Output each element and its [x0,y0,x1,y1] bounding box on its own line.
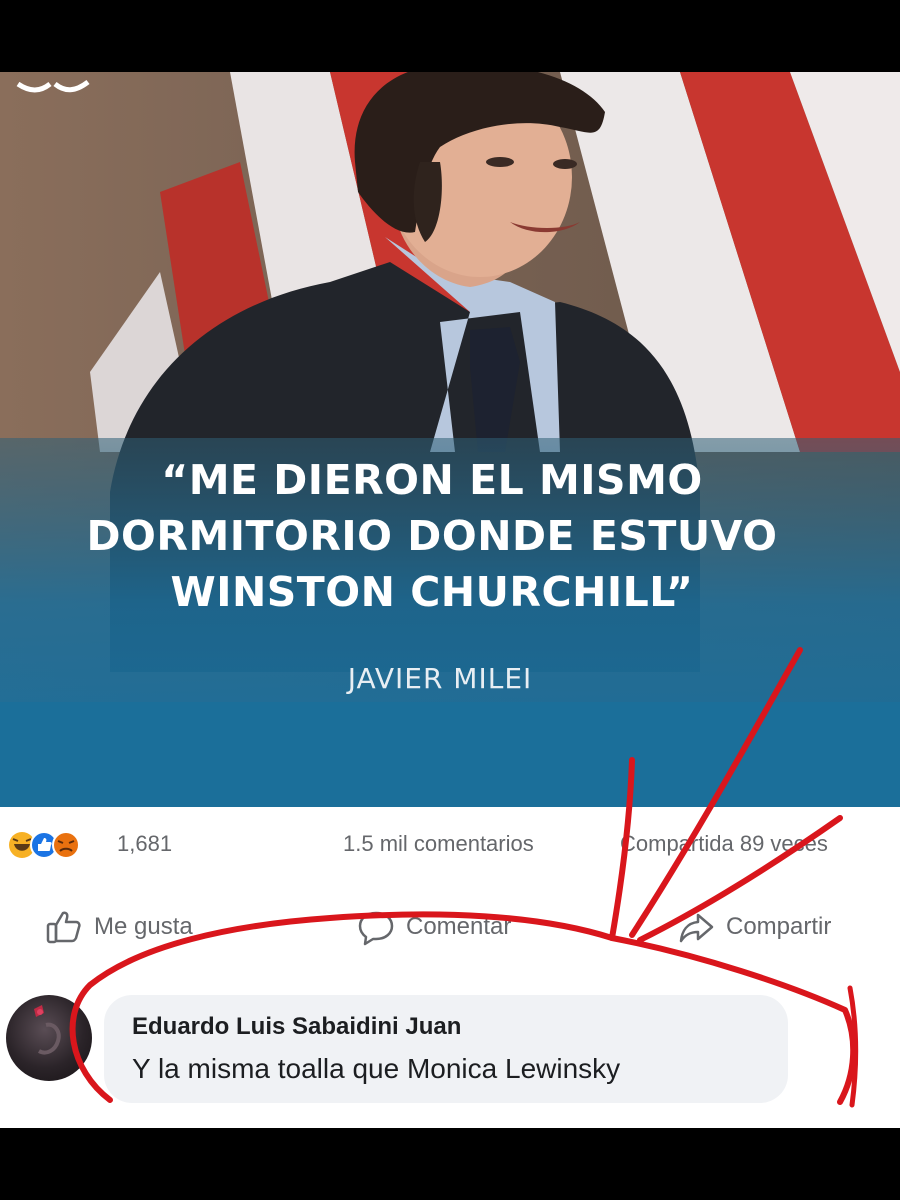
shares-count[interactable]: Compartida 89 veces [620,831,828,857]
post-actions-bar: Me gusta Comentar Compartir [0,901,900,951]
quote-line-1: “ME DIERON EL MISMO [161,456,703,504]
post-image[interactable]: “ME DIERON EL MISMO DORMITORIO DONDE EST… [0,72,900,807]
facebook-post-footer: 1,681 1.5 mil comentarios Compartida 89 … [0,807,900,1128]
like-button-label: Me gusta [94,913,193,940]
comment-text: Y la misma toalla que Monica Lewinsky [132,1053,621,1084]
comment-button[interactable]: Comentar [356,909,512,946]
like-button[interactable]: Me gusta [44,909,193,945]
quote-line-2: DORMITORIO DONDE ESTUVO [86,512,778,560]
post-photo [0,72,900,807]
reaction-stats-bar: 1,681 1.5 mil comentarios Compartida 89 … [0,825,900,865]
reaction-icons[interactable] [6,831,116,859]
thumbs-up-icon [46,911,81,944]
comment-item: Eduardo Luis Sabaidini Juan Y la misma t… [0,991,900,1111]
quote-line-3: WINSTON CHURCHILL” [170,568,694,616]
avatar[interactable] [6,995,92,1081]
angry-icon [52,831,80,859]
comment-author[interactable]: Eduardo Luis Sabaidini Juan [132,1013,461,1041]
comment-button-label: Comentar [406,913,512,940]
share-button[interactable]: Compartir [676,909,831,945]
top-black-bar [0,0,900,72]
bottom-black-bar [0,1128,900,1200]
avatar-photo [34,1005,61,1055]
comments-count[interactable]: 1.5 mil comentarios [343,831,534,857]
share-arrow-icon [679,913,714,943]
reaction-count[interactable]: 1,681 [117,831,172,857]
comment-bubble[interactable]: Eduardo Luis Sabaidini Juan Y la misma t… [104,995,788,1103]
comment-bubble-icon [358,911,394,946]
share-button-label: Compartir [726,913,832,940]
quote-author: JAVIER MILEI [347,662,533,695]
